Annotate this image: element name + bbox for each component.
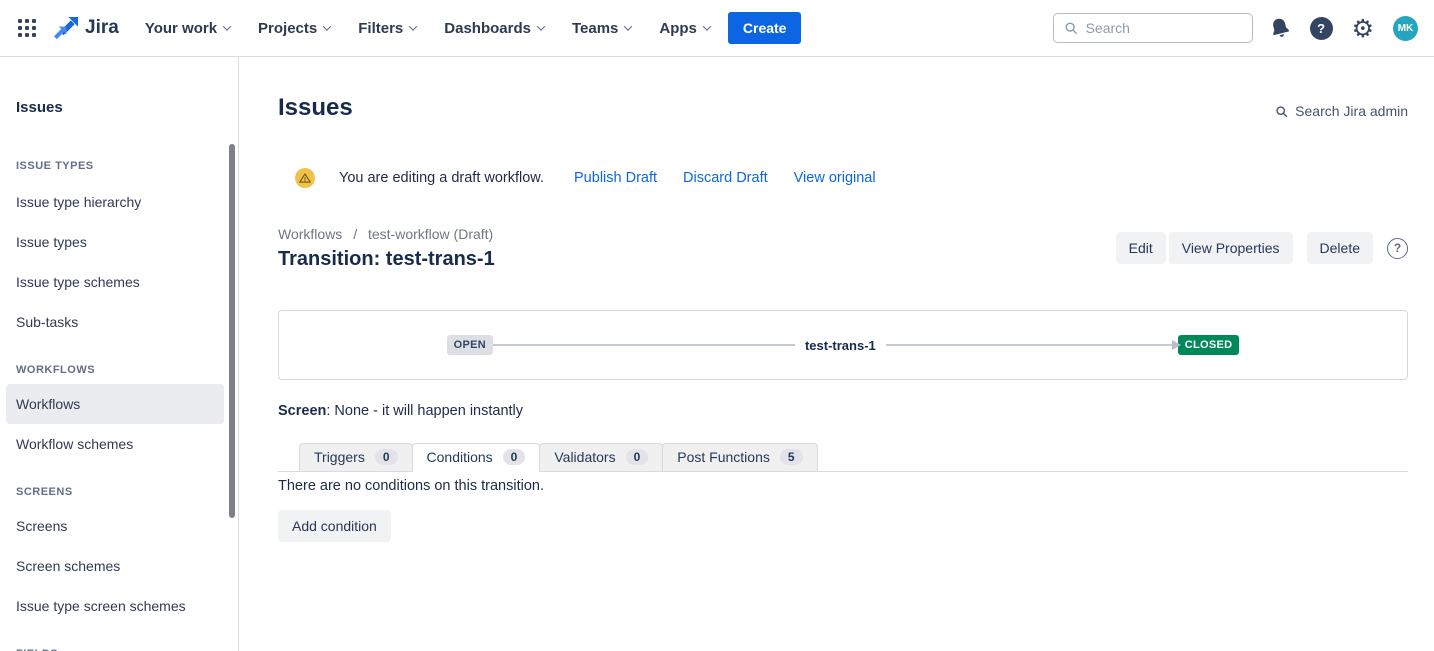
help-icon[interactable]: ? bbox=[1310, 17, 1333, 40]
transition-tabs: Triggers 0 Conditions 0 Validators 0 Pos… bbox=[278, 443, 1408, 472]
sidebar-section-workflows: WORKFLOWS bbox=[0, 364, 238, 376]
edit-button[interactable]: Edit bbox=[1116, 232, 1166, 264]
jira-logo[interactable]: Jira bbox=[54, 16, 119, 41]
publish-draft-link[interactable]: Publish Draft bbox=[574, 170, 657, 186]
settings-gear-icon[interactable]: ⚙ bbox=[1352, 17, 1374, 40]
jira-admin-screen: Jira Your work Projects Filters Dashboar… bbox=[0, 0, 1434, 651]
nav-teams[interactable]: Teams bbox=[572, 20, 631, 37]
sidebar-item-issue-type-hierarchy[interactable]: Issue type hierarchy bbox=[0, 182, 238, 222]
sidebar-item-issue-type-schemes[interactable]: Issue type schemes bbox=[0, 262, 238, 302]
search-icon bbox=[1275, 105, 1288, 118]
status-open-badge: OPEN bbox=[447, 335, 493, 355]
tab-validators[interactable]: Validators 0 bbox=[539, 443, 663, 471]
breadcrumb: Workflows / test-workflow (Draft) bbox=[278, 226, 495, 242]
main-navigation: Your work Projects Filters Dashboards Te… bbox=[145, 20, 710, 37]
chevron-down-icon bbox=[624, 22, 632, 30]
jira-logo-icon bbox=[54, 16, 79, 41]
breadcrumb-separator: / bbox=[353, 226, 357, 242]
view-original-link[interactable]: View original bbox=[794, 170, 876, 186]
draft-banner-message: You are editing a draft workflow. bbox=[339, 170, 544, 186]
create-button[interactable]: Create bbox=[728, 12, 802, 44]
search-icon bbox=[1064, 21, 1078, 35]
page-title: Issues bbox=[278, 94, 353, 122]
notifications-bell-icon[interactable] bbox=[1269, 17, 1291, 39]
tab-triggers[interactable]: Triggers 0 bbox=[299, 443, 413, 471]
global-search-input[interactable] bbox=[1086, 20, 1236, 36]
screen-info-label: Screen bbox=[278, 403, 326, 419]
add-condition-button[interactable]: Add condition bbox=[278, 510, 391, 542]
sidebar-title: Issues bbox=[0, 99, 238, 116]
tab-conditions[interactable]: Conditions 0 bbox=[412, 443, 541, 472]
global-search-box[interactable] bbox=[1053, 13, 1253, 43]
sidebar-section-issue-types: ISSUE TYPES bbox=[0, 160, 238, 172]
search-jira-admin-link[interactable]: Search Jira admin bbox=[1275, 103, 1408, 119]
warning-icon bbox=[295, 168, 315, 188]
nav-filters[interactable]: Filters bbox=[358, 20, 416, 37]
transition-diagram: OPEN test-trans-1 CLOSED bbox=[278, 310, 1408, 380]
nav-dashboards[interactable]: Dashboards bbox=[444, 20, 544, 37]
validators-count-badge: 0 bbox=[626, 449, 649, 465]
help-icon[interactable]: ? bbox=[1387, 238, 1408, 259]
sidebar-section-screens: SCREENS bbox=[0, 486, 238, 498]
user-avatar[interactable]: MK bbox=[1393, 16, 1418, 41]
sidebar-item-sub-tasks[interactable]: Sub-tasks bbox=[0, 302, 238, 342]
sidebar-scrollbar[interactable] bbox=[229, 144, 235, 518]
nav-projects[interactable]: Projects bbox=[258, 20, 330, 37]
chevron-down-icon bbox=[323, 22, 331, 30]
screen-info: Screen: None - it will happen instantly bbox=[278, 403, 1408, 419]
status-closed-badge: CLOSED bbox=[1178, 335, 1240, 355]
sidebar-item-workflows[interactable]: Workflows bbox=[6, 384, 224, 424]
conditions-count-badge: 0 bbox=[503, 449, 526, 465]
grid-icon bbox=[18, 19, 36, 37]
transition-actions: Edit View Properties Delete ? bbox=[1116, 232, 1408, 264]
nav-your-work[interactable]: Your work bbox=[145, 20, 230, 37]
chevron-down-icon bbox=[703, 22, 711, 30]
sidebar-item-issue-types[interactable]: Issue types bbox=[0, 222, 238, 262]
empty-conditions-message: There are no conditions on this transiti… bbox=[278, 478, 1408, 494]
admin-sidebar: Issues ISSUE TYPES Issue type hierarchy … bbox=[0, 57, 239, 651]
app-switcher-icon[interactable] bbox=[18, 19, 36, 37]
transition-label: test-trans-1 bbox=[805, 338, 876, 353]
transition-title: Transition: test-trans-1 bbox=[278, 248, 495, 271]
breadcrumb-workflows-link[interactable]: Workflows bbox=[278, 226, 342, 242]
delete-button[interactable]: Delete bbox=[1307, 232, 1373, 264]
screen-info-value: : None - it will happen instantly bbox=[326, 403, 523, 419]
topbar-icons: ? ⚙ MK bbox=[1269, 16, 1418, 41]
view-properties-button[interactable]: View Properties bbox=[1169, 232, 1293, 264]
chevron-down-icon bbox=[409, 22, 417, 30]
breadcrumb-current: test-workflow (Draft) bbox=[368, 226, 493, 242]
main-content: Issues Search Jira admin You are editing… bbox=[239, 57, 1434, 651]
discard-draft-link[interactable]: Discard Draft bbox=[683, 170, 768, 186]
sidebar-item-issue-type-screen-schemes[interactable]: Issue type screen schemes bbox=[0, 586, 238, 626]
sidebar-item-workflow-schemes[interactable]: Workflow schemes bbox=[0, 424, 238, 464]
sidebar-item-screens[interactable]: Screens bbox=[0, 506, 238, 546]
nav-apps[interactable]: Apps bbox=[659, 20, 710, 37]
triggers-count-badge: 0 bbox=[375, 449, 398, 465]
chevron-down-icon bbox=[223, 22, 231, 30]
sidebar-item-screen-schemes[interactable]: Screen schemes bbox=[0, 546, 238, 586]
tab-post-functions[interactable]: Post Functions 5 bbox=[662, 443, 817, 471]
jira-logo-text: Jira bbox=[85, 17, 119, 39]
post-functions-count-badge: 5 bbox=[780, 449, 803, 465]
transition-line bbox=[493, 344, 795, 346]
chevron-down-icon bbox=[537, 22, 545, 30]
top-navigation-bar: Jira Your work Projects Filters Dashboar… bbox=[0, 0, 1434, 57]
transition-arrow-line bbox=[886, 344, 1174, 346]
draft-banner: You are editing a draft workflow. Publis… bbox=[278, 168, 1408, 188]
